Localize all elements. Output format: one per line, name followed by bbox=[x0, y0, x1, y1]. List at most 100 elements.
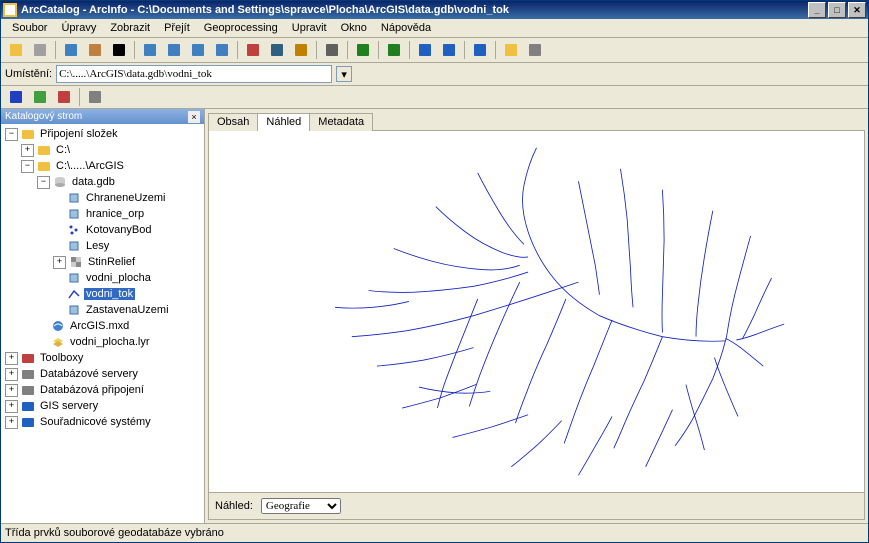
tree-label[interactable]: data.gdb bbox=[70, 176, 117, 188]
tree-item[interactable]: vodni_tok bbox=[1, 286, 204, 302]
tree-item[interactable]: + Souřadnicové systémy bbox=[1, 414, 204, 430]
tree-toggle[interactable]: + bbox=[5, 352, 18, 365]
tree-label[interactable]: vodni_tok bbox=[84, 288, 135, 300]
tree-toggle[interactable]: + bbox=[5, 368, 18, 381]
close-button[interactable]: ✕ bbox=[848, 2, 866, 18]
tree-label[interactable]: Databázové servery bbox=[38, 368, 140, 380]
tree-label[interactable]: ChraneneUzemi bbox=[84, 192, 167, 204]
tree-toggle[interactable]: + bbox=[5, 416, 18, 429]
copy-button[interactable] bbox=[60, 39, 82, 61]
maximize-button[interactable]: □ bbox=[828, 2, 846, 18]
preview-area[interactable] bbox=[208, 130, 865, 493]
tree-label[interactable]: ArcGIS.mxd bbox=[68, 320, 131, 332]
menu-okno[interactable]: Okno bbox=[334, 20, 374, 36]
thumb-button[interactable] bbox=[211, 39, 233, 61]
tree-item[interactable]: vodni_plocha.lyr bbox=[1, 334, 204, 350]
tree-item[interactable]: + C:\ bbox=[1, 142, 204, 158]
tree-label[interactable]: Databázová připojení bbox=[38, 384, 146, 396]
table-button[interactable] bbox=[84, 86, 106, 108]
tree-toggle[interactable]: − bbox=[5, 128, 18, 141]
tree-label[interactable]: StinRelief bbox=[86, 256, 137, 268]
tree-item[interactable]: + Toolboxy bbox=[1, 350, 204, 366]
preview-mode-select[interactable]: GeografieTabulka bbox=[261, 498, 341, 514]
tree-label[interactable]: Lesy bbox=[84, 240, 111, 252]
help-button[interactable] bbox=[469, 39, 491, 61]
disconnect-button[interactable] bbox=[29, 39, 51, 61]
tree-label[interactable]: GIS servery bbox=[38, 400, 100, 412]
tree-label[interactable]: vodni_plocha bbox=[84, 272, 153, 284]
point-button[interactable] bbox=[53, 86, 75, 108]
tree-item[interactable]: ArcGIS.mxd bbox=[1, 318, 204, 334]
toolbar-separator bbox=[134, 41, 135, 59]
gdb-icon bbox=[53, 175, 67, 189]
tree-item[interactable]: ZastavenaUzemi bbox=[1, 302, 204, 318]
tree-label[interactable]: Souřadnicové systémy bbox=[38, 416, 153, 428]
tree-item[interactable]: + GIS servery bbox=[1, 398, 204, 414]
paste-button[interactable] bbox=[84, 39, 106, 61]
tree-label[interactable]: ZastavenaUzemi bbox=[84, 304, 171, 316]
menu-soubor[interactable]: Soubor bbox=[5, 20, 54, 36]
tree-item[interactable]: + Databázové servery bbox=[1, 366, 204, 382]
poly-icon bbox=[67, 239, 81, 253]
point-icon bbox=[67, 223, 81, 237]
tree-toggle[interactable]: − bbox=[21, 160, 34, 173]
tree-item[interactable]: KotovanyBod bbox=[1, 222, 204, 238]
go-button[interactable] bbox=[383, 39, 405, 61]
tree-item[interactable]: vodni_plocha bbox=[1, 270, 204, 286]
tree-toggle[interactable]: + bbox=[21, 144, 34, 157]
location-dropdown-button[interactable]: ▾ bbox=[336, 66, 352, 82]
pin-icon[interactable]: × bbox=[188, 111, 200, 123]
tree-label[interactable]: vodni_plocha.lyr bbox=[68, 336, 152, 348]
delete-button[interactable] bbox=[108, 39, 130, 61]
poly-button[interactable] bbox=[29, 86, 51, 108]
tab-metadata[interactable]: Metadata bbox=[309, 113, 373, 131]
tree-item[interactable]: − Připojení složek bbox=[1, 126, 204, 142]
model-button[interactable] bbox=[290, 39, 312, 61]
connect-button[interactable] bbox=[5, 39, 27, 61]
tree-label[interactable]: KotovanyBod bbox=[84, 224, 153, 236]
tab-náhled[interactable]: Náhled bbox=[257, 113, 310, 131]
list-button[interactable] bbox=[163, 39, 185, 61]
globe-button[interactable] bbox=[414, 39, 436, 61]
tree-toggle[interactable]: + bbox=[5, 400, 18, 413]
tree-item[interactable]: − data.gdb bbox=[1, 174, 204, 190]
menu-úpravy[interactable]: Úpravy bbox=[54, 20, 103, 36]
tree-toggle[interactable]: + bbox=[5, 384, 18, 397]
detail-button[interactable] bbox=[187, 39, 209, 61]
menu-zobrazit[interactable]: Zobrazit bbox=[103, 20, 157, 36]
tree-toggle[interactable]: + bbox=[53, 256, 66, 269]
tree-label[interactable]: Připojení složek bbox=[38, 128, 120, 140]
line-button[interactable] bbox=[5, 86, 27, 108]
win-button[interactable] bbox=[524, 39, 546, 61]
titlebar: ArcCatalog - ArcInfo - C:\Documents and … bbox=[1, 1, 868, 19]
menu-nápověda[interactable]: Nápověda bbox=[374, 20, 438, 36]
tree-toggle[interactable]: − bbox=[37, 176, 50, 189]
menu-geoprocessing[interactable]: Geoprocessing bbox=[197, 20, 285, 36]
minimize-button[interactable]: _ bbox=[808, 2, 826, 18]
tab-obsah[interactable]: Obsah bbox=[208, 113, 258, 131]
catalog-tree[interactable]: −Připojení složek+C:\−C:\.....\ArcGIS−da… bbox=[1, 124, 204, 523]
tree-label[interactable]: Toolboxy bbox=[38, 352, 85, 364]
toolbox-button[interactable] bbox=[242, 39, 264, 61]
tree-item[interactable]: Lesy bbox=[1, 238, 204, 254]
tree-label[interactable]: C:\.....\ArcGIS bbox=[54, 160, 126, 172]
tree-label[interactable]: hranice_orp bbox=[84, 208, 146, 220]
catalog-button[interactable] bbox=[500, 39, 522, 61]
menu-přejít[interactable]: Přejít bbox=[157, 20, 197, 36]
large-button[interactable] bbox=[139, 39, 161, 61]
tree-item[interactable]: + StinRelief bbox=[1, 254, 204, 270]
tree-label[interactable]: C:\ bbox=[54, 144, 72, 156]
menubar: SouborÚpravyZobrazitPřejítGeoprocessingU… bbox=[1, 19, 868, 38]
search-button[interactable] bbox=[321, 39, 343, 61]
location-input[interactable] bbox=[56, 65, 332, 83]
tree-item[interactable]: + Databázová připojení bbox=[1, 382, 204, 398]
tree-item[interactable]: hranice_orp bbox=[1, 206, 204, 222]
menu-upravit[interactable]: Upravit bbox=[285, 20, 334, 36]
tree-item[interactable]: − C:\.....\ArcGIS bbox=[1, 158, 204, 174]
tree-item[interactable]: ChraneneUzemi bbox=[1, 190, 204, 206]
python-button[interactable] bbox=[266, 39, 288, 61]
folder-icon bbox=[37, 143, 51, 157]
tree-button[interactable] bbox=[352, 39, 374, 61]
globe2-button[interactable] bbox=[438, 39, 460, 61]
poly-icon bbox=[67, 191, 81, 205]
